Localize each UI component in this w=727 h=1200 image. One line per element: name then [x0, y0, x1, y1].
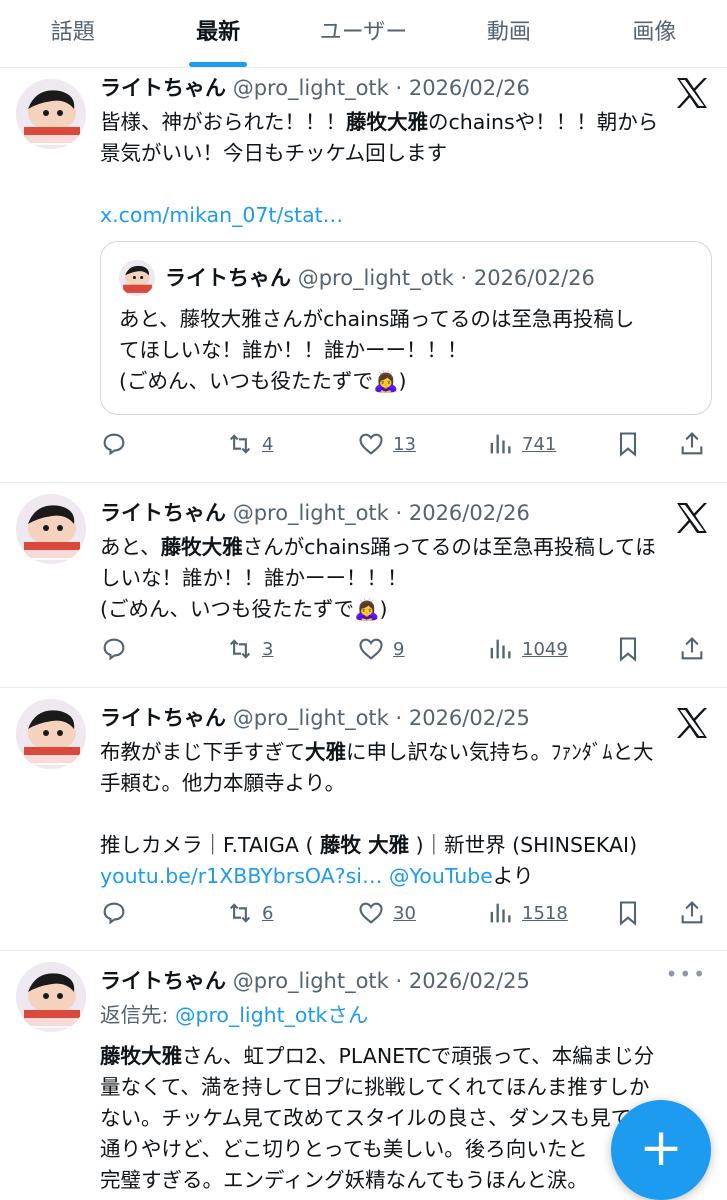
- views-button[interactable]: 1049: [486, 629, 568, 669]
- avatar[interactable]: [16, 79, 86, 149]
- tab-images[interactable]: 画像: [582, 0, 727, 67]
- views-count: 1518: [522, 902, 568, 924]
- share-icon: [681, 901, 703, 924]
- more-icon[interactable]: •••: [666, 962, 707, 986]
- tab-latest[interactable]: 最新: [145, 0, 290, 67]
- tab-users[interactable]: ユーザー: [291, 0, 436, 67]
- quoted-handle-date: @pro_light_otk · 2026/02/26: [297, 266, 595, 290]
- views-count: 741: [522, 433, 557, 455]
- x-logo-icon: [675, 502, 709, 534]
- tweet-link[interactable]: x.com/mikan_07t/stat…: [100, 203, 343, 227]
- author-name[interactable]: ライトちゃん: [100, 706, 226, 730]
- retweet-icon: [229, 903, 251, 923]
- tab-trending[interactable]: 話題: [0, 0, 145, 67]
- reply-to-line: 返信先: @pro_light_otkさん: [100, 1003, 369, 1027]
- quoted-text: あと、藤牧大雅さんがchains踊ってるのは至急再投稿し てほしいな！誰か！！誰…: [119, 307, 635, 393]
- like-icon: [359, 433, 383, 455]
- bookmark-button[interactable]: [614, 424, 642, 464]
- tweet[interactable]: ライトちゃん @pro_light_otk · 2026/02/26 皆様、神が…: [0, 69, 727, 483]
- reply-icon: [103, 433, 125, 456]
- quoted-author-name: ライトちゃん: [165, 266, 291, 290]
- retweet-count: 6: [262, 902, 274, 924]
- tweet-actions: 4 13 741: [100, 424, 710, 464]
- bookmark-button[interactable]: [614, 893, 642, 933]
- like-count: 13: [393, 433, 416, 455]
- avatar[interactable]: [16, 699, 86, 769]
- search-tabs: 話題 最新 ユーザー 動画 画像: [0, 0, 727, 68]
- x-logo-icon: [675, 77, 709, 109]
- tab-latest-label: 最新: [196, 20, 241, 45]
- author-handle-date[interactable]: @pro_light_otk · 2026/02/25: [233, 706, 530, 730]
- views-icon: [490, 434, 511, 454]
- quoted-avatar: [119, 260, 155, 296]
- retweet-button[interactable]: 6: [226, 893, 273, 933]
- author-name[interactable]: ライトちゃん: [100, 969, 226, 993]
- views-icon: [490, 639, 511, 659]
- tweet-text: 皆様、神がおられた！！！藤牧大雅のchainsや！！！朝から 景気がいい！今日も…: [100, 110, 659, 227]
- share-icon: [681, 637, 703, 660]
- bookmark-icon: [619, 901, 637, 926]
- mention-link[interactable]: @YouTube: [389, 864, 493, 888]
- author-handle-date[interactable]: @pro_light_otk · 2026/02/26: [233, 76, 530, 100]
- retweet-button[interactable]: 3: [226, 629, 273, 669]
- author-name[interactable]: ライトちゃん: [100, 501, 226, 525]
- like-button[interactable]: 13: [357, 424, 416, 464]
- reply-button[interactable]: [100, 629, 128, 669]
- retweet-button[interactable]: 4: [226, 424, 273, 464]
- author-handle-date[interactable]: @pro_light_otk · 2026/02/25: [233, 969, 530, 993]
- views-count: 1049: [522, 638, 568, 660]
- reply-button[interactable]: [100, 893, 128, 933]
- tweet-text: 布教がまじ下手すぎて大雅に申し訳ない気持ち。ﾌｧﾝﾀﾞﾑと大 手頼む。他力本願寺…: [100, 740, 654, 888]
- bookmark-icon: [619, 432, 637, 457]
- tweet-actions: 6 30 1518: [100, 893, 710, 933]
- avatar[interactable]: [16, 494, 86, 564]
- plus-icon: +: [639, 1118, 683, 1178]
- share-button[interactable]: [678, 893, 706, 933]
- views-button[interactable]: 741: [486, 424, 556, 464]
- author-handle-date[interactable]: @pro_light_otk · 2026/02/26: [233, 501, 530, 525]
- tweet[interactable]: ライトちゃん @pro_light_otk · 2026/02/26 あと、藤牧…: [0, 484, 727, 688]
- avatar[interactable]: [16, 962, 86, 1032]
- like-icon: [359, 638, 383, 660]
- share-button[interactable]: [678, 424, 706, 464]
- tweet-actions: 3 9 1049: [100, 629, 710, 669]
- like-button[interactable]: 9: [357, 629, 404, 669]
- views-button[interactable]: 1518: [486, 893, 568, 933]
- retweet-count: 4: [262, 433, 274, 455]
- reply-to-handle[interactable]: @pro_light_otkさん: [175, 1003, 368, 1027]
- like-icon: [359, 902, 383, 924]
- quoted-tweet[interactable]: ライトちゃん @pro_light_otk · 2026/02/26 あと、藤牧…: [100, 241, 712, 415]
- reply-icon: [103, 902, 125, 925]
- bookmark-icon: [619, 637, 637, 662]
- author-name[interactable]: ライトちゃん: [100, 76, 226, 100]
- tab-videos[interactable]: 動画: [436, 0, 581, 67]
- like-count: 9: [393, 638, 405, 660]
- reply-button[interactable]: [100, 424, 128, 464]
- active-tab-indicator: [189, 62, 248, 67]
- views-icon: [490, 903, 511, 923]
- bookmark-button[interactable]: [614, 629, 642, 669]
- retweet-count: 3: [262, 638, 274, 660]
- share-icon: [681, 432, 703, 455]
- tweet[interactable]: ライトちゃん @pro_light_otk · 2026/02/25 布教がまじ…: [0, 689, 727, 951]
- like-button[interactable]: 30: [357, 893, 416, 933]
- like-count: 30: [393, 902, 416, 924]
- compose-button[interactable]: +: [611, 1100, 711, 1200]
- reply-icon: [103, 638, 125, 661]
- retweet-icon: [229, 434, 251, 454]
- x-logo-icon: [675, 707, 709, 739]
- tweet-text: あと、藤牧大雅さんがchains踊ってるのは至急再投稿してほ しいな！誰か！！誰…: [100, 535, 656, 621]
- share-button[interactable]: [678, 629, 706, 669]
- retweet-icon: [229, 639, 251, 659]
- tweet-link[interactable]: youtu.be/r1XBBYbrsOA?si…: [100, 864, 382, 888]
